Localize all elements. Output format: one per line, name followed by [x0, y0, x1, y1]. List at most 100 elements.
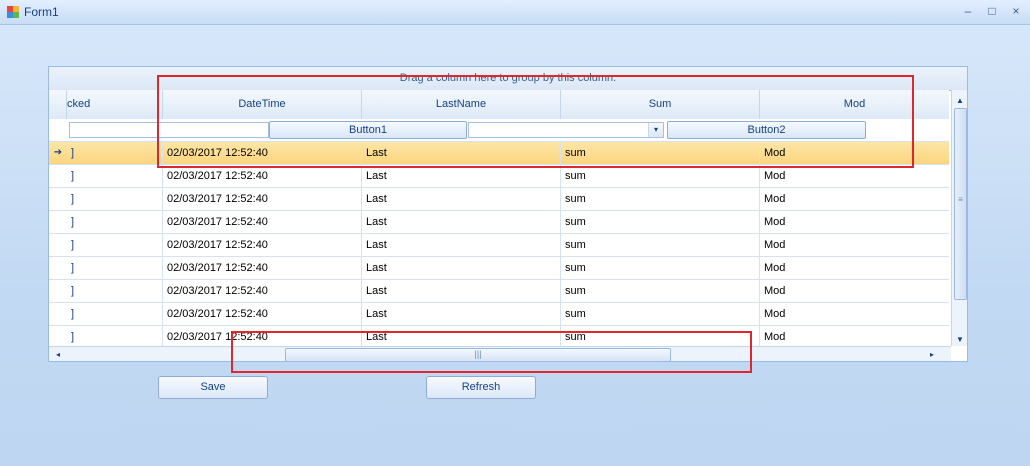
- cell-sum[interactable]: sum: [561, 257, 760, 279]
- app-icon: [7, 6, 19, 18]
- save-button[interactable]: Save: [158, 376, 268, 399]
- data-grid[interactable]: Drag a column here to group by this colu…: [48, 66, 968, 362]
- cell-checked[interactable]: ]: [67, 280, 163, 302]
- cell-lastname[interactable]: Last: [362, 280, 561, 302]
- cell-sum[interactable]: sum: [561, 234, 760, 256]
- refresh-button[interactable]: Refresh: [426, 376, 536, 399]
- column-header-lastname[interactable]: LastName: [362, 90, 561, 119]
- table-row[interactable]: ] 02/03/2017 12:52:40 Last sum Mod: [49, 165, 949, 188]
- header-label: cked: [67, 98, 91, 110]
- cell-checked[interactable]: ]: [67, 142, 163, 164]
- chevron-down-icon[interactable]: ▾: [648, 123, 663, 137]
- table-row[interactable]: ] 02/03/2017 12:52:40 Last sum Mod: [49, 211, 949, 234]
- header-label: DateTime: [238, 98, 286, 110]
- cell-datetime[interactable]: 02/03/2017 12:52:40: [163, 257, 362, 279]
- cell-mod[interactable]: Mod: [760, 257, 949, 279]
- table-row[interactable]: ] 02/03/2017 12:52:40 Last sum Mod: [49, 326, 949, 346]
- cell-mod[interactable]: Mod: [760, 211, 949, 233]
- row-indicator-icon: [49, 326, 67, 346]
- horizontal-scroll-thumb[interactable]: |||: [285, 348, 671, 361]
- cell-lastname[interactable]: Last: [362, 142, 561, 164]
- cell-mod[interactable]: Mod: [760, 326, 949, 346]
- cell-checked[interactable]: ]: [67, 303, 163, 325]
- header-label: Mod: [843, 98, 866, 110]
- grid-rows: ➔] 02/03/2017 12:52:40 Last sum Mod] 02/03/20…: [49, 142, 949, 346]
- close-button[interactable]: ×: [1008, 4, 1024, 18]
- column-header-row: cked DateTime LastName Sum Mod: [49, 90, 949, 120]
- header-label: LastName: [435, 98, 487, 110]
- table-row[interactable]: ] 02/03/2017 12:52:40 Last sum Mod: [49, 280, 949, 303]
- cell-datetime[interactable]: 02/03/2017 12:52:40: [163, 280, 362, 302]
- cell-checked[interactable]: ]: [67, 257, 163, 279]
- cell-datetime[interactable]: 02/03/2017 12:52:40: [163, 303, 362, 325]
- group-panel[interactable]: Drag a column here to group by this colu…: [49, 67, 967, 91]
- window-title: Form1: [24, 5, 59, 19]
- scrollbar-corner: [951, 346, 967, 361]
- cell-checked[interactable]: ]: [67, 188, 163, 210]
- row-indicator-icon: [49, 257, 67, 279]
- filter-row: Button1 ▾ Button2: [49, 119, 949, 142]
- filter-text-input[interactable]: [69, 122, 269, 138]
- cell-sum[interactable]: sum: [561, 211, 760, 233]
- filter-combo[interactable]: ▾: [468, 122, 664, 138]
- row-indicator-icon: [49, 234, 67, 256]
- minimize-button[interactable]: –: [960, 4, 976, 18]
- table-row-selected[interactable]: ➔] 02/03/2017 12:52:40 Last sum Mod: [49, 142, 949, 165]
- horizontal-scrollbar[interactable]: ◂ ||| ▸: [49, 346, 951, 361]
- button1[interactable]: Button1: [269, 121, 467, 139]
- table-row[interactable]: ] 02/03/2017 12:52:40 Last sum Mod: [49, 257, 949, 280]
- vertical-scrollbar[interactable]: ▲ ≡ ▼: [951, 90, 967, 347]
- cell-datetime[interactable]: 02/03/2017 12:52:40: [163, 326, 362, 346]
- cell-checked[interactable]: ]: [67, 234, 163, 256]
- cell-sum[interactable]: sum: [561, 188, 760, 210]
- button2[interactable]: Button2: [667, 121, 866, 139]
- maximize-button[interactable]: □: [984, 4, 1000, 18]
- title-bar: Form1 – □ ×: [0, 0, 1030, 25]
- row-indicator-icon: [49, 303, 67, 325]
- cell-datetime[interactable]: 02/03/2017 12:52:40: [163, 188, 362, 210]
- cell-datetime[interactable]: 02/03/2017 12:52:40: [163, 142, 362, 164]
- column-header-mod[interactable]: Mod: [760, 90, 949, 119]
- cell-datetime[interactable]: 02/03/2017 12:52:40: [163, 165, 362, 187]
- header-label: Sum: [648, 98, 672, 110]
- cell-sum[interactable]: sum: [561, 303, 760, 325]
- table-row[interactable]: ] 02/03/2017 12:52:40 Last sum Mod: [49, 234, 949, 257]
- scroll-down-icon[interactable]: ▼: [952, 333, 967, 347]
- cell-checked[interactable]: ]: [67, 165, 163, 187]
- column-header-sum[interactable]: Sum: [561, 90, 760, 119]
- cell-sum[interactable]: sum: [561, 165, 760, 187]
- scroll-left-icon[interactable]: ◂: [51, 347, 65, 361]
- cell-mod[interactable]: Mod: [760, 303, 949, 325]
- cell-mod[interactable]: Mod: [760, 165, 949, 187]
- grip-icon: |||: [474, 349, 482, 359]
- table-row[interactable]: ] 02/03/2017 12:52:40 Last sum Mod: [49, 303, 949, 326]
- cell-mod[interactable]: Mod: [760, 142, 949, 164]
- column-header-checked[interactable]: cked: [67, 90, 163, 119]
- vertical-scroll-thumb[interactable]: ≡: [954, 108, 967, 300]
- cell-datetime[interactable]: 02/03/2017 12:52:40: [163, 234, 362, 256]
- header-indicator-cell: [49, 90, 67, 119]
- cell-checked[interactable]: ]: [67, 211, 163, 233]
- cell-sum[interactable]: sum: [561, 280, 760, 302]
- cell-mod[interactable]: Mod: [760, 234, 949, 256]
- cell-checked[interactable]: ]: [67, 326, 163, 346]
- cell-mod[interactable]: Mod: [760, 188, 949, 210]
- cell-lastname[interactable]: Last: [362, 188, 561, 210]
- cell-sum[interactable]: sum: [561, 142, 760, 164]
- cell-datetime[interactable]: 02/03/2017 12:52:40: [163, 211, 362, 233]
- table-row[interactable]: ] 02/03/2017 12:52:40 Last sum Mod: [49, 188, 949, 211]
- scroll-right-icon[interactable]: ▸: [925, 347, 939, 361]
- column-header-datetime[interactable]: DateTime: [163, 90, 362, 119]
- cell-lastname[interactable]: Last: [362, 257, 561, 279]
- cell-mod[interactable]: Mod: [760, 280, 949, 302]
- scroll-up-icon[interactable]: ▲: [952, 94, 967, 108]
- cell-sum[interactable]: sum: [561, 326, 760, 346]
- cell-lastname[interactable]: Last: [362, 165, 561, 187]
- row-indicator-icon: [49, 165, 67, 187]
- row-indicator-icon: [49, 188, 67, 210]
- cell-lastname[interactable]: Last: [362, 234, 561, 256]
- row-indicator-icon: [49, 211, 67, 233]
- cell-lastname[interactable]: Last: [362, 326, 561, 346]
- cell-lastname[interactable]: Last: [362, 211, 561, 233]
- cell-lastname[interactable]: Last: [362, 303, 561, 325]
